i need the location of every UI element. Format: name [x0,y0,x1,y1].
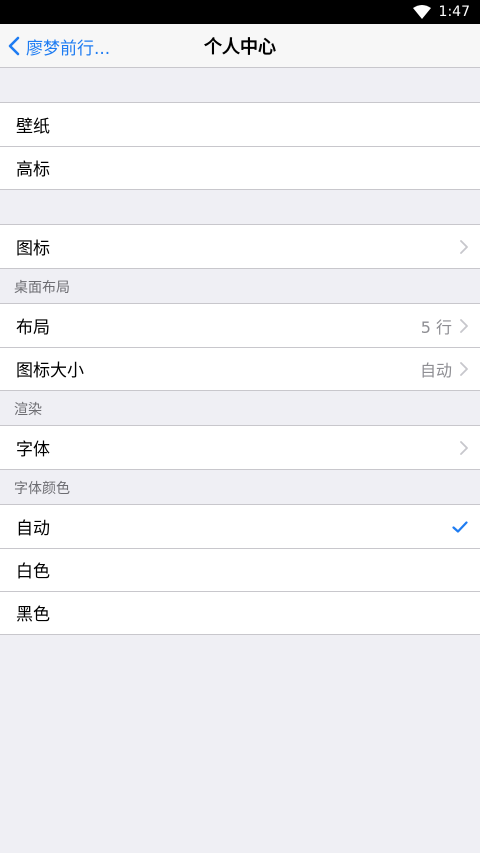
chevron-left-icon [8,36,20,56]
checkmark-icon [452,520,468,533]
chevron-right-icon [460,239,468,254]
row-label: 图标 [16,239,50,259]
row-value: 自动 [419,360,452,380]
chevron-right-icon [460,361,468,376]
status-time: 1:47 [438,4,470,20]
status-bar: 1:47 [0,0,480,24]
icons-group: 图标 [0,224,480,269]
section-header-render: 渲染 [14,402,42,418]
desktop-layout-group: 布局 5 行 图标大小 自动 [0,303,480,391]
row-color-auto[interactable]: 自动 [0,505,480,548]
wallpaper-group: 壁纸 高标 [0,102,480,190]
render-group: 字体 [0,425,480,470]
chevron-right-icon [460,440,468,455]
navigation-bar: 廖梦前行... 个人中心 [0,24,480,68]
row-label: 壁纸 [16,117,50,137]
chevron-right-icon [460,318,468,333]
section-header-font-color: 字体颜色 [14,481,70,497]
row-layout[interactable]: 布局 5 行 [0,304,480,347]
back-button[interactable]: 廖梦前行... [8,24,110,68]
row-font[interactable]: 字体 [0,426,480,469]
row-highlight[interactable]: 高标 [0,146,480,189]
wifi-icon [412,5,431,19]
row-label: 图标大小 [16,361,84,381]
row-icons[interactable]: 图标 [0,225,480,268]
font-color-group: 自动 白色 黑色 [0,504,480,635]
row-label: 白色 [16,562,50,582]
row-label: 布局 [16,318,50,338]
row-icon-size[interactable]: 图标大小 自动 [0,347,480,390]
row-label: 自动 [16,519,50,539]
section-header-desktop-layout: 桌面布局 [14,280,70,296]
row-wallpaper[interactable]: 壁纸 [0,103,480,146]
row-label: 字体 [16,440,50,460]
row-label: 黑色 [16,605,50,625]
row-label: 高标 [16,160,50,180]
row-value: 5 行 [420,317,452,337]
row-color-black[interactable]: 黑色 [0,591,480,634]
row-color-white[interactable]: 白色 [0,548,480,591]
back-label: 廖梦前行... [26,38,111,59]
